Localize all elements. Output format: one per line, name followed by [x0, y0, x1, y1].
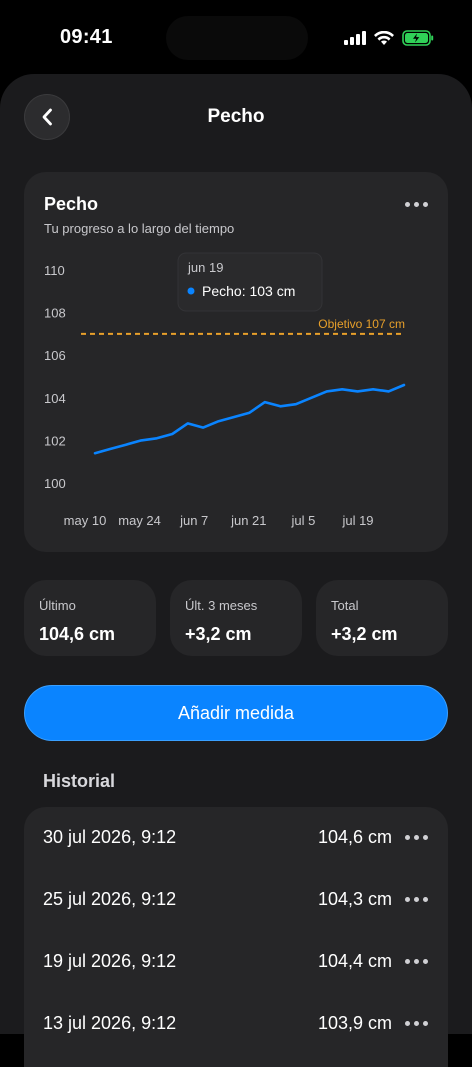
- goal-label: Objetivo 107 cm: [318, 317, 405, 331]
- history-row[interactable]: 30 jul 2026, 9:12 104,6 cm: [24, 807, 448, 869]
- row-more-button[interactable]: [405, 959, 428, 964]
- history-value: 104,3 cm: [317, 889, 392, 909]
- x-tick-label: may 24: [118, 513, 161, 528]
- y-tick-label: 106: [44, 348, 66, 363]
- x-tick-label: jun 7: [179, 513, 208, 528]
- history-title: Historial: [43, 771, 116, 791]
- y-tick-label: 102: [44, 433, 66, 448]
- stat-label: Último: [39, 598, 76, 613]
- x-tick-label: jul 5: [290, 513, 315, 528]
- add-measurement-button[interactable]: Añadir medida: [24, 685, 448, 741]
- history-value: 103,9 cm: [317, 1013, 392, 1033]
- status-bar: 09:41: [0, 0, 472, 74]
- history-row[interactable]: 13 jul 2026, 9:12 103,9 cm: [24, 993, 448, 1055]
- stat-value: +3,2 cm: [185, 624, 252, 644]
- x-tick-label: jun 21: [230, 513, 266, 528]
- history-value: 104,6 cm: [317, 827, 392, 847]
- row-more-button[interactable]: [405, 897, 428, 902]
- row-more-button[interactable]: [405, 835, 428, 840]
- history-date: 25 jul 2026, 9:12: [43, 889, 177, 909]
- stat-card-latest: Último 104,6 cm: [24, 580, 156, 656]
- stat-label: Últ. 3 meses: [185, 598, 258, 613]
- history-date: 19 jul 2026, 9:12: [43, 951, 177, 971]
- history-row[interactable]: 19 jul 2026, 9:12 104,4 cm: [24, 931, 448, 993]
- history-date: 30 jul 2026, 9:12: [43, 827, 177, 847]
- dynamic-island: [166, 16, 308, 60]
- tooltip-series-dot: [187, 287, 195, 295]
- status-icons: [344, 30, 434, 46]
- x-tick-label: jul 19: [341, 513, 373, 528]
- progress-line-chart[interactable]: 110 108 106 104 102 100 may 10 may 24 jun 7 jun 2…: [24, 172, 448, 552]
- history-value: 104,4 cm: [317, 951, 392, 971]
- wifi-icon: [374, 30, 394, 45]
- tooltip-series-label: Pecho: 103 cm: [202, 283, 295, 299]
- stat-card-total: Total +3,2 cm: [316, 580, 448, 656]
- y-tick-label: 104: [44, 391, 66, 406]
- signal-icon: [344, 31, 366, 45]
- series-line-pecho: [93, 383, 406, 455]
- detail-sheet: Pecho Pecho Tu progreso a lo largo del t…: [0, 74, 472, 1067]
- y-tick-label: 110: [44, 263, 65, 278]
- status-time: 09:41: [60, 26, 113, 48]
- stat-label: Total: [331, 598, 359, 613]
- stat-value: 104,6 cm: [39, 624, 116, 644]
- stat-card-3-months: Últ. 3 meses +3,2 cm: [170, 580, 302, 656]
- stat-value: +3,2 cm: [331, 624, 398, 644]
- tooltip-date: jun 19: [187, 260, 223, 275]
- history-row[interactable]: 25 jul 2026, 9:12 104,3 cm: [24, 869, 448, 931]
- y-tick-label: 108: [44, 306, 66, 321]
- progress-chart-card: Pecho Tu progreso a lo largo del tiempo …: [24, 172, 448, 552]
- x-tick-label: may 10: [64, 513, 107, 528]
- page-title: Pecho: [207, 106, 265, 127]
- history-list: 30 jul 2026, 9:12 104,6 cm 25 jul 2026, …: [24, 807, 448, 1067]
- battery-charging-icon: [402, 30, 434, 46]
- history-date: 13 jul 2026, 9:12: [43, 1013, 177, 1033]
- y-tick-label: 100: [44, 476, 66, 491]
